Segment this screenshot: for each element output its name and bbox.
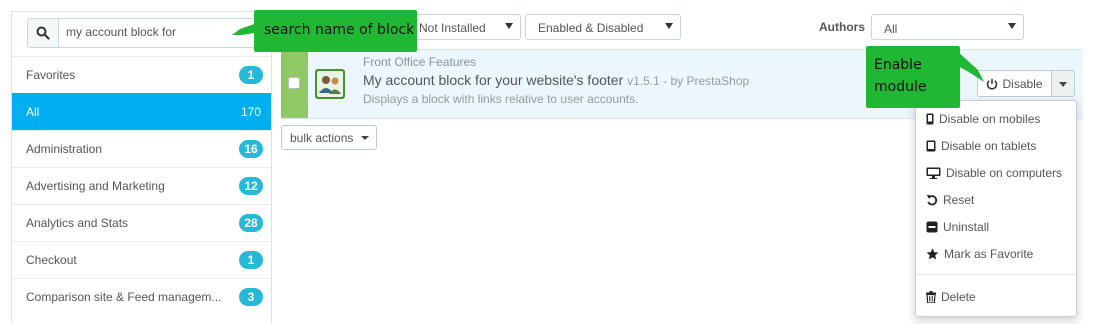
menu-item-label: Disable on mobiles bbox=[939, 112, 1041, 126]
category-count-badge: 1 bbox=[239, 251, 263, 269]
reset-icon bbox=[926, 195, 938, 206]
mobile-icon bbox=[926, 113, 934, 125]
menu-item-mark-favorite[interactable]: Mark as Favorite bbox=[926, 247, 1033, 261]
module-select-column bbox=[281, 50, 308, 118]
module-logo-icon bbox=[315, 69, 345, 99]
disable-button-label: Disable bbox=[1002, 76, 1043, 91]
module-description: Displays a block with links relative to … bbox=[363, 92, 639, 106]
callout-arrow-icon bbox=[958, 52, 984, 82]
category-label: Comparison site & Feed managem... bbox=[26, 290, 222, 304]
bulk-actions-button[interactable]: bulk actions bbox=[281, 125, 377, 150]
category-count-badge: 28 bbox=[239, 214, 263, 232]
module-version: v1.5.1 - by PrestaShop bbox=[627, 74, 750, 88]
category-all[interactable]: All 170 bbox=[12, 93, 271, 130]
search-callout: search name of block bbox=[254, 10, 417, 52]
module-checkbox[interactable] bbox=[288, 77, 300, 89]
module-title: My account block for your website's foot… bbox=[363, 72, 624, 88]
tablet-icon bbox=[926, 140, 936, 152]
category-label: Analytics and Stats bbox=[26, 216, 129, 230]
authors-label: Authors bbox=[819, 20, 865, 34]
category-comparison-feed[interactable]: Comparison site & Feed managem... 3 bbox=[12, 278, 271, 315]
enable-callout-text: Enable module bbox=[874, 57, 927, 95]
category-administration[interactable]: Administration 16 bbox=[12, 130, 271, 167]
authors-filter-select[interactable]: All bbox=[871, 14, 1024, 40]
menu-item-label: Mark as Favorite bbox=[944, 247, 1034, 261]
menu-item-label: Delete bbox=[941, 290, 976, 304]
category-count-badge: 1 bbox=[239, 66, 263, 84]
menu-item-label: Disable on tablets bbox=[941, 139, 1037, 153]
enabled-filter-select[interactable]: Enabled & Disabled bbox=[525, 14, 681, 40]
category-count-badge: 3 bbox=[239, 288, 263, 306]
menu-item-label: Reset bbox=[943, 193, 975, 207]
category-count-badge: 170 bbox=[240, 105, 261, 119]
menu-item-label: Uninstall bbox=[943, 220, 990, 234]
disable-button[interactable]: Disable bbox=[977, 70, 1052, 97]
search-icon bbox=[36, 26, 50, 40]
menu-item-disable-computers[interactable]: Disable on computers bbox=[926, 166, 1062, 180]
module-search-box[interactable]: my account block for bbox=[27, 18, 255, 48]
chevron-down-icon bbox=[505, 23, 513, 29]
chevron-down-icon bbox=[1008, 23, 1016, 29]
desktop-icon bbox=[926, 167, 941, 179]
menu-item-reset[interactable]: Reset bbox=[926, 193, 974, 207]
enabled-filter-value: Enabled & Disabled bbox=[538, 21, 644, 35]
category-analytics-stats[interactable]: Analytics and Stats 28 bbox=[12, 204, 271, 241]
module-name[interactable]: My account block for your website's foot… bbox=[363, 72, 749, 88]
menu-item-delete[interactable]: Delete bbox=[926, 290, 976, 304]
enable-callout: Enable module bbox=[866, 46, 960, 108]
category-advertising-marketing[interactable]: Advertising and Marketing 12 bbox=[12, 167, 271, 204]
category-label: Advertising and Marketing bbox=[26, 179, 165, 193]
bulk-actions-label: bulk actions bbox=[290, 131, 354, 145]
trash-icon bbox=[926, 291, 936, 303]
authors-filter-value: All bbox=[884, 22, 898, 36]
power-icon bbox=[987, 78, 998, 90]
caret-down-icon bbox=[361, 136, 369, 140]
module-category: Front Office Features bbox=[363, 55, 477, 69]
callout-arrow-icon bbox=[232, 22, 260, 35]
category-list: Favorites 1 All 170 Administration 16 Ad… bbox=[12, 56, 271, 315]
category-count-badge: 16 bbox=[239, 140, 263, 158]
category-label: Administration bbox=[26, 142, 103, 156]
menu-divider bbox=[916, 274, 1076, 275]
menu-item-disable-mobiles[interactable]: Disable on mobiles bbox=[926, 112, 1040, 126]
module-actions-toggle[interactable] bbox=[1051, 70, 1075, 97]
category-label: Favorites bbox=[26, 68, 76, 82]
category-sidebar: my account block for Favorites 1 All 170… bbox=[11, 11, 272, 324]
category-checkout[interactable]: Checkout 1 bbox=[12, 241, 271, 278]
module-actions-dropdown: Disable on mobiles Disable on tablets Di… bbox=[915, 100, 1077, 317]
caret-down-icon bbox=[1059, 82, 1067, 87]
category-label: All bbox=[26, 105, 40, 119]
minus-icon bbox=[926, 221, 938, 233]
search-button[interactable] bbox=[28, 19, 59, 47]
menu-item-uninstall[interactable]: Uninstall bbox=[926, 220, 989, 234]
category-label: Checkout bbox=[26, 253, 77, 267]
search-input[interactable]: my account block for bbox=[66, 25, 176, 39]
status-filter-value: Not Installed bbox=[419, 21, 486, 35]
category-count-badge: 12 bbox=[239, 177, 263, 195]
chevron-down-icon bbox=[665, 23, 673, 29]
menu-item-label: Disable on computers bbox=[946, 166, 1063, 180]
search-callout-text: search name of block bbox=[264, 22, 415, 38]
category-favorites[interactable]: Favorites 1 bbox=[12, 56, 271, 93]
star-icon bbox=[926, 248, 939, 260]
menu-item-disable-tablets[interactable]: Disable on tablets bbox=[926, 139, 1036, 153]
